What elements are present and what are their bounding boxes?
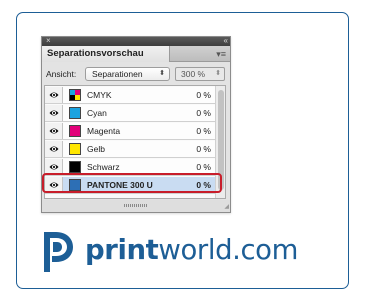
brand-name-rest: world.com [158, 234, 298, 266]
color-swatch [69, 143, 81, 155]
separations-list: CMYK 0 % Cyan 0 % Magenta 0 % Gelb 0 % Schwarz 0 … [44, 85, 226, 199]
view-controls: Ansicht: Separationen ⬍ 300 % ⬍ [42, 63, 230, 85]
eye-icon [49, 164, 59, 170]
color-swatch [69, 179, 81, 191]
close-icon[interactable]: × [46, 36, 51, 46]
eye-icon [49, 182, 59, 188]
color-swatch [69, 89, 81, 101]
color-swatch [69, 161, 81, 173]
separation-name: PANTONE 300 U [87, 180, 153, 190]
collapse-icon[interactable]: « [224, 36, 229, 46]
separation-percent: 0 % [196, 162, 211, 172]
view-select[interactable]: Separationen ⬍ [85, 67, 170, 81]
panel-title-bar: × « [42, 36, 230, 46]
visibility-toggle[interactable] [45, 177, 63, 193]
brand-wordmark: printworld.com [85, 234, 298, 266]
brand-name-bold: print [85, 234, 159, 266]
visibility-toggle[interactable] [45, 159, 63, 175]
color-swatch [69, 125, 81, 137]
color-swatch [69, 107, 81, 119]
panel-tab-bar: Separationsvorschau ▾≡ [42, 46, 230, 62]
separation-name: Magenta [87, 126, 121, 136]
view-select-value: Separationen [92, 69, 143, 79]
resize-grip-icon[interactable]: ◢ [224, 203, 229, 211]
panel-footer: ◢ [42, 200, 230, 212]
scrollbar[interactable] [215, 86, 225, 198]
visibility-toggle[interactable] [45, 123, 63, 139]
visibility-toggle[interactable] [45, 105, 63, 121]
eye-icon [49, 110, 59, 116]
separations-preview-panel: × « Separationsvorschau ▾≡ Ansicht: Sepa… [41, 36, 231, 213]
tab-separations-preview[interactable]: Separationsvorschau [42, 46, 170, 62]
printworld-logo-icon [44, 232, 73, 272]
separation-percent: 0 % [196, 144, 211, 154]
eye-icon [49, 92, 59, 98]
chevron-updown-icon: ⬍ [215, 70, 221, 77]
visibility-toggle[interactable] [45, 141, 63, 157]
eye-icon [49, 146, 59, 152]
chevron-updown-icon: ⬍ [159, 70, 165, 77]
visibility-toggle[interactable] [45, 87, 63, 103]
separation-row[interactable]: Gelb 0 % [45, 141, 225, 158]
eye-icon [49, 128, 59, 134]
separation-row[interactable]: PANTONE 300 U 0 % [45, 177, 225, 194]
separation-percent: 0 % [196, 90, 211, 100]
separation-row[interactable]: CMYK 0 % [45, 87, 225, 104]
scrollbar-thumb[interactable] [218, 90, 224, 190]
separation-name: CMYK [87, 90, 112, 100]
separation-name: Cyan [87, 108, 107, 118]
view-label: Ansicht: [46, 69, 77, 79]
separation-percent: 0 % [196, 180, 211, 190]
separation-name: Gelb [87, 144, 105, 154]
separation-row[interactable]: Schwarz 0 % [45, 159, 225, 176]
separation-row[interactable]: Cyan 0 % [45, 105, 225, 122]
zoom-value: 300 % [181, 69, 206, 79]
separation-name: Schwarz [87, 162, 120, 172]
zoom-field[interactable]: 300 % ⬍ [175, 67, 225, 81]
separation-row[interactable]: Magenta 0 % [45, 123, 225, 140]
grip-handle[interactable] [124, 204, 148, 207]
panel-menu-icon[interactable]: ▾≡ [216, 47, 226, 61]
separation-percent: 0 % [196, 126, 211, 136]
separation-percent: 0 % [196, 108, 211, 118]
